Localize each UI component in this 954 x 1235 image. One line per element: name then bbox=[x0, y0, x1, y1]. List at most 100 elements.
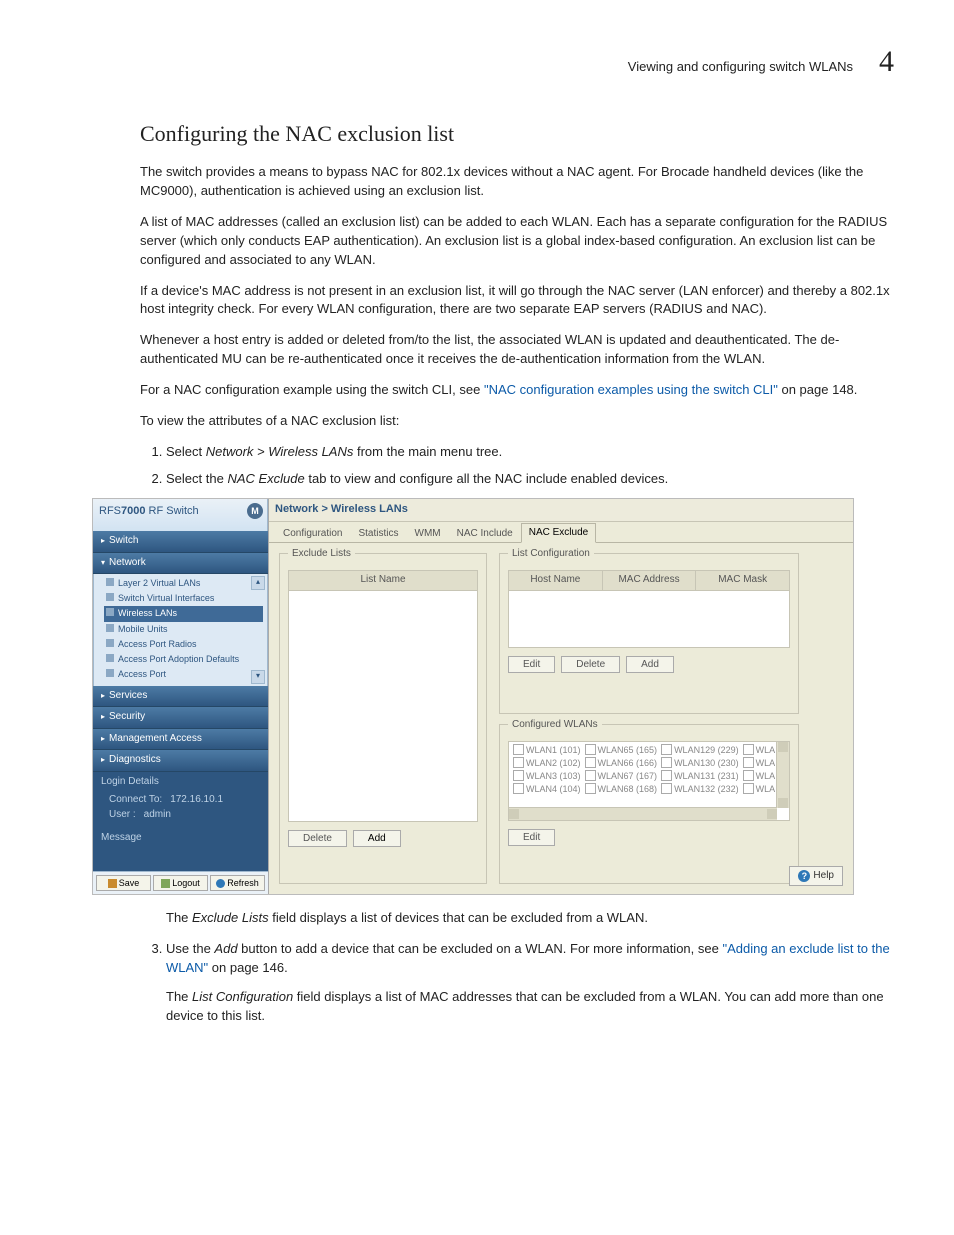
step-item: Select Network > Wireless LANs from the … bbox=[166, 443, 894, 462]
help-button[interactable]: ? Help bbox=[789, 866, 843, 887]
nav-section-switch[interactable]: Switch bbox=[93, 531, 268, 553]
nav-item-svi[interactable]: Switch Virtual Interfaces bbox=[104, 591, 263, 606]
configured-wlans-legend: Configured WLANs bbox=[508, 718, 602, 733]
wlan-checkbox-item[interactable]: WLAN65 (165) bbox=[583, 744, 660, 757]
refresh-icon bbox=[216, 879, 225, 888]
wlan-checkbox-item[interactable]: WLAN66 (166) bbox=[583, 757, 660, 770]
listcfg-delete-button[interactable]: Delete bbox=[561, 656, 620, 673]
step-item: Use the Add button to add a device that … bbox=[166, 940, 894, 1025]
nav-item-ap[interactable]: Access Port bbox=[104, 667, 263, 682]
wlan-checkbox-item[interactable]: WLA bbox=[741, 757, 778, 770]
configured-wlans-group: Configured WLANs WLAN1 (101)WLAN65 (165)… bbox=[499, 724, 799, 885]
page-title: Configuring the NAC exclusion list bbox=[140, 118, 894, 150]
wlan-checkbox-item[interactable]: WLA bbox=[741, 770, 778, 783]
list-configuration-header: Host Name MAC Address MAC Mask bbox=[508, 570, 790, 591]
nav-item-wlan[interactable]: Wireless LANs bbox=[104, 606, 263, 621]
wlan-checkbox-item[interactable]: WLAN2 (102) bbox=[511, 757, 583, 770]
nav-section-services[interactable]: Services bbox=[93, 686, 268, 708]
sidebar-buttons: Save Logout Refresh bbox=[93, 871, 268, 894]
tab-nac-exclude[interactable]: NAC Exclude bbox=[521, 523, 596, 544]
wlan-checkbox-item[interactable]: WLAN68 (168) bbox=[583, 783, 660, 796]
tab-configuration[interactable]: Configuration bbox=[275, 524, 350, 544]
body-paragraph: The switch provides a means to bypass NA… bbox=[140, 163, 894, 201]
save-icon bbox=[108, 879, 117, 888]
checkbox-icon bbox=[743, 783, 754, 794]
nav-section-network[interactable]: Network bbox=[93, 553, 268, 575]
wlan-row: WLAN1 (101)WLAN65 (165)WLAN129 (229)WLA bbox=[511, 744, 777, 757]
user-value: admin bbox=[144, 808, 171, 823]
exclude-lists-group: Exclude Lists List Name Delete Add bbox=[279, 553, 487, 884]
checkbox-icon bbox=[585, 757, 596, 768]
configured-wlans-list[interactable]: WLAN1 (101)WLAN65 (165)WLAN129 (229)WLAW… bbox=[508, 741, 790, 821]
checkbox-icon bbox=[661, 757, 672, 768]
tab-bar: Configuration Statistics WMM NAC Include… bbox=[269, 522, 853, 543]
step-item: Select the NAC Exclude tab to view and c… bbox=[166, 470, 894, 489]
checkbox-icon bbox=[513, 757, 524, 768]
xref-link[interactable]: "NAC configuration examples using the sw… bbox=[484, 382, 778, 397]
wlan-row: WLAN3 (103)WLAN67 (167)WLAN131 (231)WLA bbox=[511, 770, 777, 783]
exclude-lists-legend: Exclude Lists bbox=[288, 547, 355, 562]
col-host-name: Host Name bbox=[509, 571, 603, 590]
body-paragraph: For a NAC configuration example using th… bbox=[140, 381, 894, 400]
breadcrumb: Network > Wireless LANs bbox=[269, 499, 853, 522]
wlan-checkbox-item[interactable]: WLAN131 (231) bbox=[659, 770, 741, 783]
wlan-checkbox-item[interactable]: WLAN67 (167) bbox=[583, 770, 660, 783]
checkbox-icon bbox=[743, 744, 754, 755]
wlan-checkbox-item[interactable]: WLA bbox=[741, 744, 778, 757]
body-paragraph: To view the attributes of a NAC exclusio… bbox=[140, 412, 894, 431]
login-details: Login Details Connect To:172.16.10.1 Use… bbox=[93, 772, 268, 829]
tab-nac-include[interactable]: NAC Include bbox=[449, 524, 521, 544]
message-area: Message bbox=[93, 828, 268, 871]
exclude-delete-button[interactable]: Delete bbox=[288, 830, 347, 847]
exclude-lists-header: List Name bbox=[288, 570, 478, 591]
col-list-name: List Name bbox=[289, 571, 477, 590]
wlan-row: WLAN4 (104)WLAN68 (168)WLAN132 (232)WLA bbox=[511, 783, 777, 796]
exclude-add-button[interactable]: Add bbox=[353, 830, 401, 847]
checkbox-icon bbox=[585, 783, 596, 794]
nav-section-mgmt[interactable]: Management Access bbox=[93, 729, 268, 751]
wlan-checkbox-item[interactable]: WLAN132 (232) bbox=[659, 783, 741, 796]
col-mac-mask: MAC Mask bbox=[696, 571, 789, 590]
wlan-checkbox-item[interactable]: WLAN130 (230) bbox=[659, 757, 741, 770]
checkbox-icon bbox=[513, 744, 524, 755]
body-paragraph: If a device's MAC address is not present… bbox=[140, 282, 894, 320]
wlan-checkbox-item[interactable]: WLAN4 (104) bbox=[511, 783, 583, 796]
nav-item-apr[interactable]: Access Port Radios bbox=[104, 637, 263, 652]
step-list: Use the Add button to add a device that … bbox=[140, 940, 894, 1025]
checkbox-icon bbox=[585, 770, 596, 781]
checkbox-icon bbox=[661, 744, 672, 755]
listcfg-edit-button[interactable]: Edit bbox=[508, 656, 555, 673]
chapter-number: 4 bbox=[879, 40, 894, 84]
scroll-down-icon[interactable]: ▾ bbox=[251, 670, 265, 684]
tab-wmm[interactable]: WMM bbox=[407, 524, 449, 544]
nav-section-security[interactable]: Security bbox=[93, 707, 268, 729]
connect-to-value: 172.16.10.1 bbox=[170, 793, 223, 808]
horizontal-scrollbar[interactable] bbox=[509, 807, 777, 820]
nav-item-l2vlan[interactable]: Layer 2 Virtual LANs bbox=[104, 576, 263, 591]
listcfg-add-button[interactable]: Add bbox=[626, 656, 674, 673]
list-configuration-body[interactable] bbox=[508, 591, 790, 648]
logout-button[interactable]: Logout bbox=[153, 875, 208, 891]
wlan-checkbox-item[interactable]: WLAN3 (103) bbox=[511, 770, 583, 783]
nav-tree: ▴ Layer 2 Virtual LANs Switch Virtual In… bbox=[93, 574, 268, 685]
logout-icon bbox=[161, 879, 170, 888]
wlan-checkbox-item[interactable]: WLAN1 (101) bbox=[511, 744, 583, 757]
nav-item-apad[interactable]: Access Port Adoption Defaults bbox=[104, 652, 263, 667]
body-paragraph: Whenever a host entry is added or delete… bbox=[140, 331, 894, 369]
tab-statistics[interactable]: Statistics bbox=[350, 524, 406, 544]
page-running-header: Viewing and configuring switch WLANs 4 bbox=[140, 40, 894, 84]
checkbox-icon bbox=[513, 770, 524, 781]
save-button[interactable]: Save bbox=[96, 875, 151, 891]
vertical-scrollbar[interactable] bbox=[776, 742, 789, 808]
nav-item-mu[interactable]: Mobile Units bbox=[104, 622, 263, 637]
refresh-button[interactable]: Refresh bbox=[210, 875, 265, 891]
wlan-row: WLAN2 (102)WLAN66 (166)WLAN130 (230)WLA bbox=[511, 757, 777, 770]
section-name: Viewing and configuring switch WLANs bbox=[628, 58, 853, 77]
sidebar: RFS7000 RF Switch M Switch Network ▴ Lay… bbox=[93, 499, 268, 894]
nav-section-diag[interactable]: Diagnostics bbox=[93, 750, 268, 772]
exclude-lists-body[interactable] bbox=[288, 591, 478, 822]
wlan-checkbox-item[interactable]: WLAN129 (229) bbox=[659, 744, 741, 757]
cfgwlans-edit-button[interactable]: Edit bbox=[508, 829, 555, 846]
wlan-checkbox-item[interactable]: WLA bbox=[741, 783, 778, 796]
step-list: Select Network > Wireless LANs from the … bbox=[140, 443, 894, 489]
